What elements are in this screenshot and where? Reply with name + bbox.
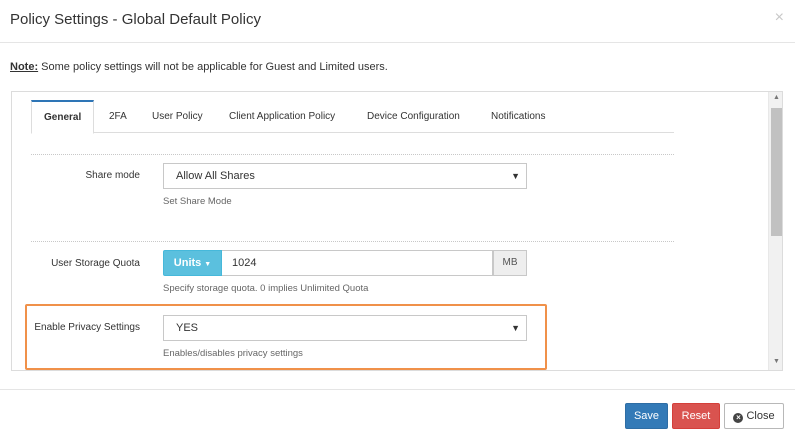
dropdown-arrow-icon: ▼ — [511, 323, 520, 333]
tab-client-application-policy[interactable]: Client Application Policy — [229, 100, 335, 133]
share-mode-select[interactable]: Allow All Shares ▼ — [163, 163, 527, 189]
share-mode-help: Set Share Mode — [163, 196, 232, 207]
tab-bar: General 2FA User Policy Client Applicati… — [31, 100, 674, 134]
caret-down-icon: ▼ — [204, 261, 212, 268]
privacy-label: Enable Privacy Settings — [34, 322, 140, 333]
note-text: Note: Some policy settings will not be a… — [10, 61, 388, 73]
note-body: Some policy settings will not be applica… — [38, 61, 388, 73]
tab-general[interactable]: General — [31, 100, 95, 134]
privacy-value: YES — [176, 322, 199, 334]
reset-button[interactable]: Reset — [672, 403, 720, 429]
units-label: Units — [173, 257, 202, 269]
dialog-header: Policy Settings - Global Default Policy … — [0, 0, 795, 43]
share-mode-label: Share mode — [85, 170, 140, 181]
share-mode-value: Allow All Shares — [176, 170, 255, 182]
tab-user-policy[interactable]: User Policy — [152, 100, 203, 133]
close-button-label: Close — [746, 410, 775, 422]
close-button[interactable]: × Close — [724, 403, 784, 429]
storage-quota-label: User Storage Quota — [51, 258, 140, 269]
close-icon[interactable]: × — [775, 9, 784, 27]
close-circle-icon: × — [733, 413, 744, 423]
storage-quota-help: Specify storage quota. 0 implies Unlimit… — [163, 283, 369, 294]
tab-notifications[interactable]: Notifications — [491, 100, 545, 133]
scroll-up-arrow-icon[interactable]: ▲ — [769, 94, 782, 104]
tab-device-configuration[interactable]: Device Configuration — [367, 100, 460, 133]
divider — [31, 154, 674, 155]
privacy-help: Enables/disables privacy settings — [163, 348, 303, 359]
settings-frame: General 2FA User Policy Client Applicati… — [11, 91, 783, 371]
divider — [31, 241, 674, 242]
note-label: Note: — [10, 61, 39, 73]
scroll-down-arrow-icon[interactable]: ▼ — [769, 358, 782, 368]
privacy-select[interactable]: YES ▼ — [163, 315, 527, 341]
dialog-footer: Save Reset × Close — [0, 389, 795, 436]
vertical-scrollbar[interactable]: ▲ ▼ — [768, 92, 782, 370]
dropdown-arrow-icon: ▼ — [511, 171, 520, 181]
storage-unit-addon: MB — [493, 250, 527, 276]
units-dropdown-button[interactable]: Units ▼ — [163, 250, 222, 276]
tab-2fa[interactable]: 2FA — [109, 100, 127, 133]
storage-quota-input[interactable]: 1024 — [222, 250, 493, 276]
dialog-title: Policy Settings - Global Default Policy — [10, 11, 261, 28]
scrollbar-thumb[interactable] — [771, 108, 782, 236]
save-button[interactable]: Save — [625, 403, 668, 429]
